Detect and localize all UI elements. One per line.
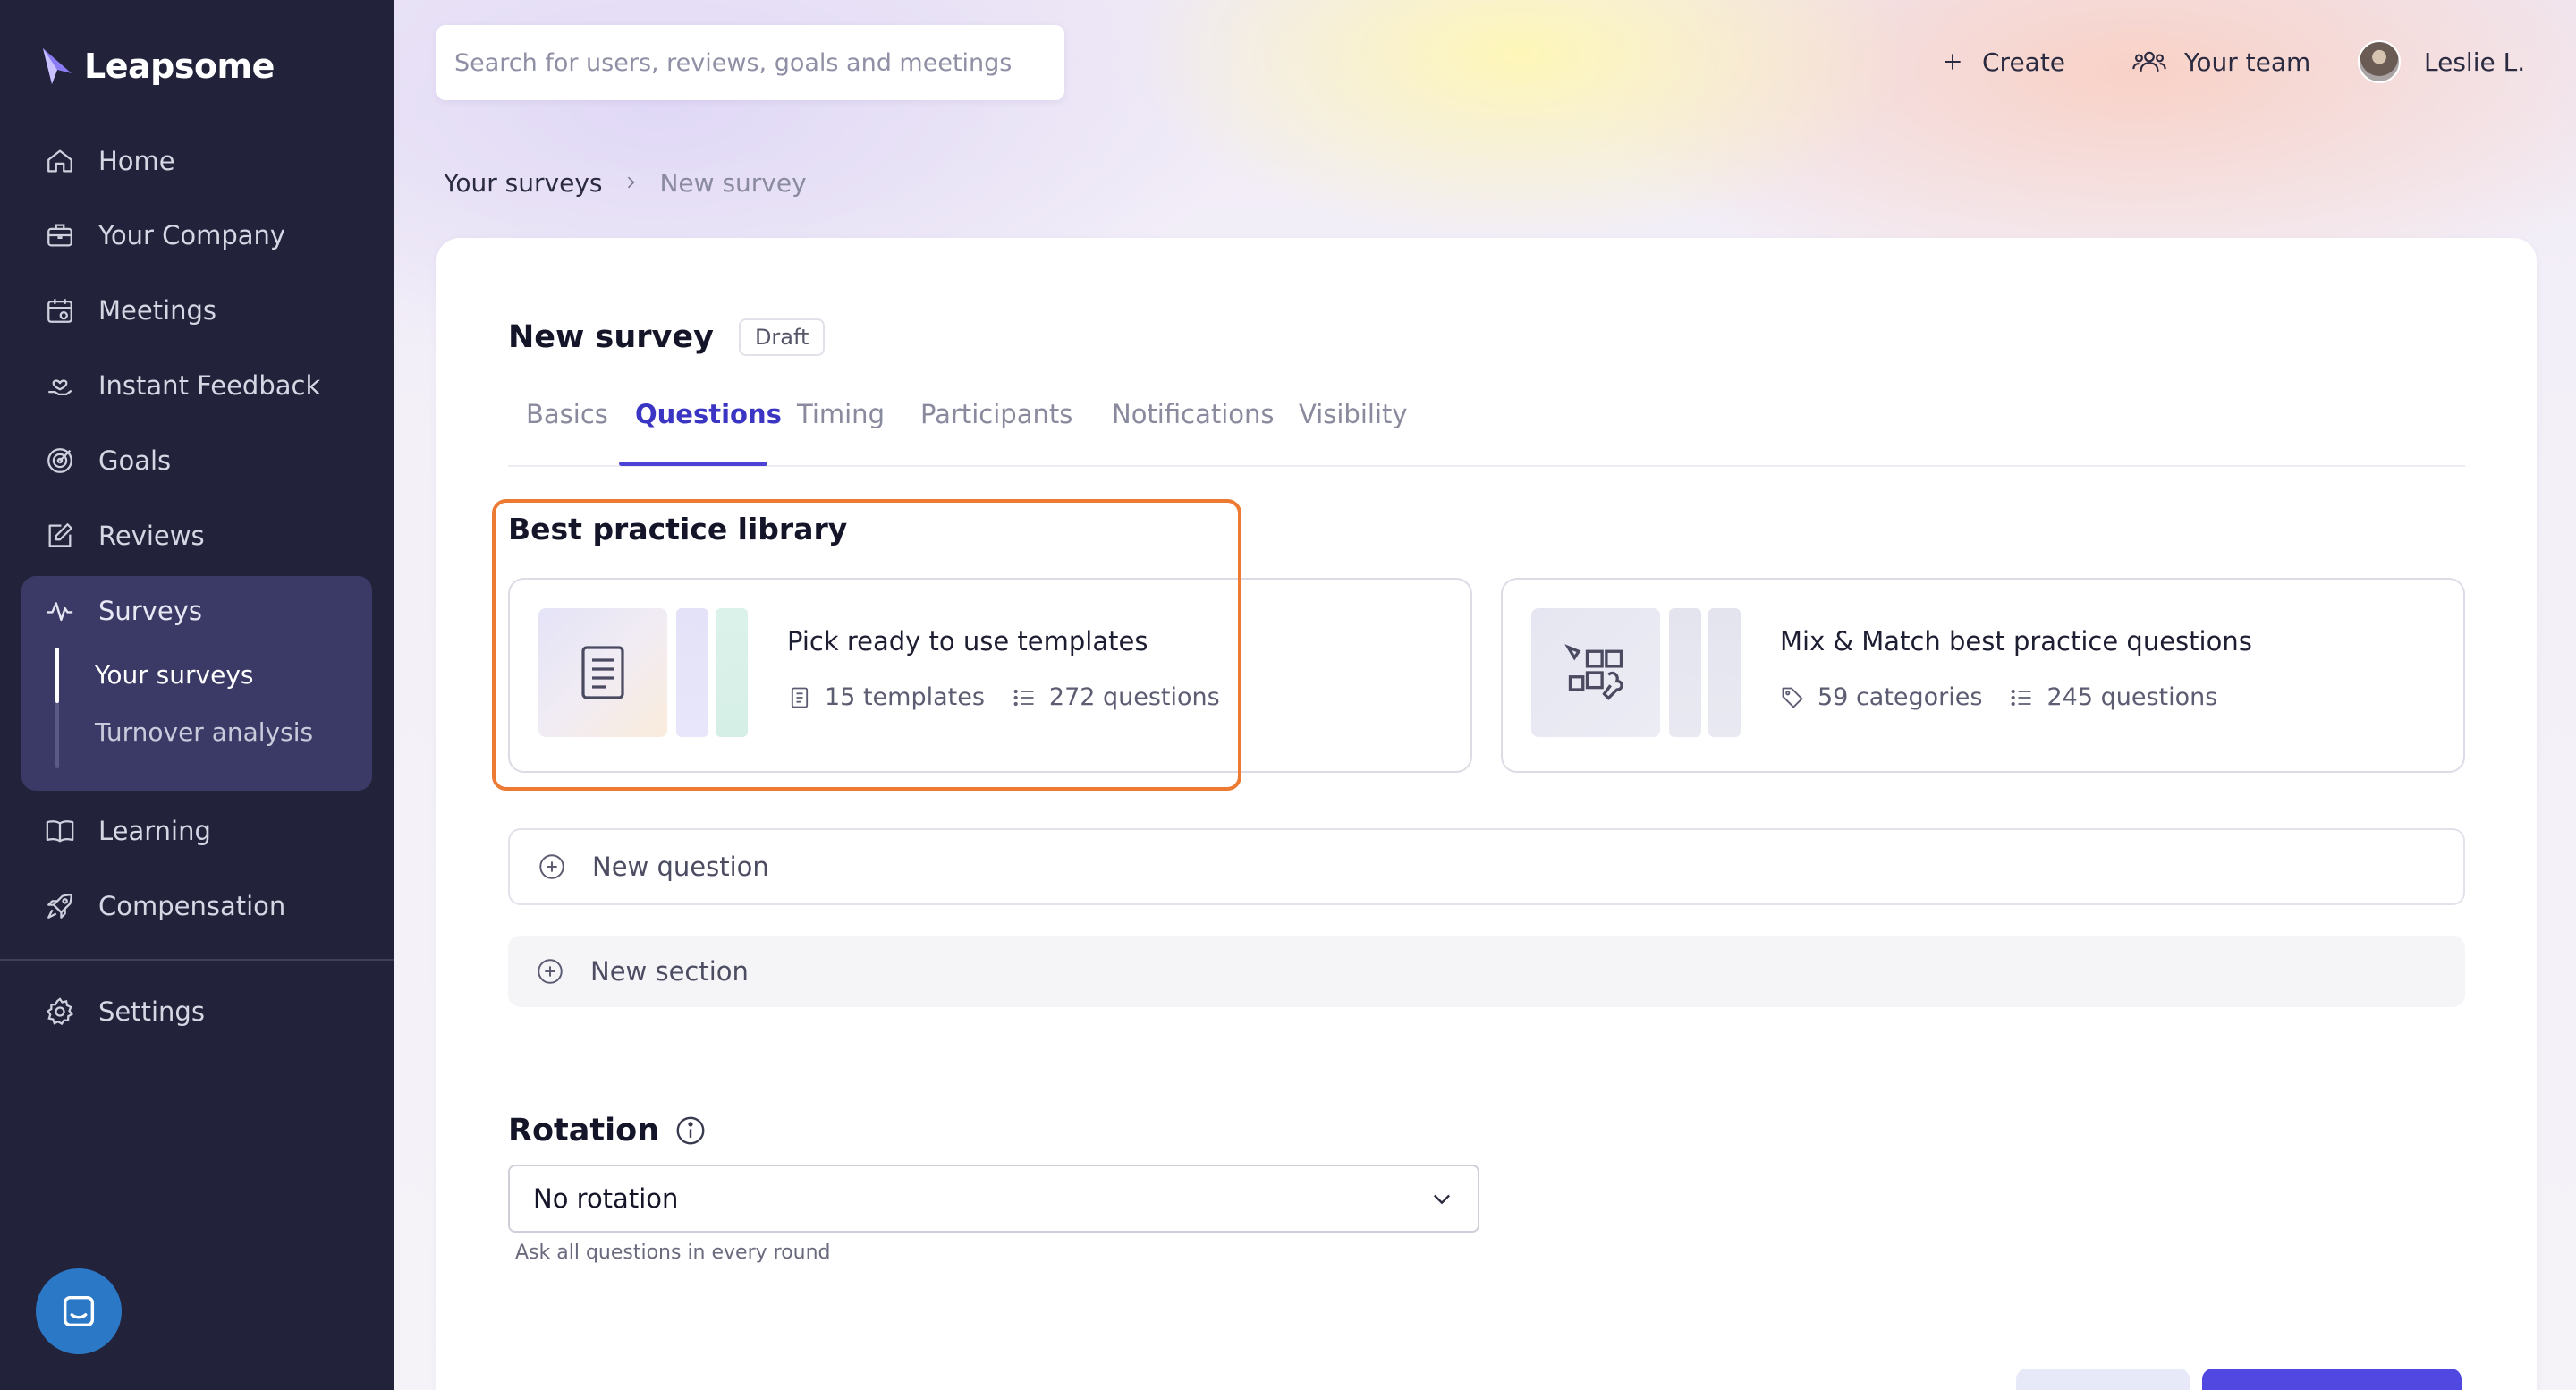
thumbnail-slice xyxy=(1669,608,1701,737)
rotation-selected-value: No rotation xyxy=(533,1183,679,1214)
rotation-select[interactable]: No rotation xyxy=(508,1165,1479,1233)
chevron-right-icon xyxy=(628,176,635,189)
team-icon xyxy=(2132,51,2166,72)
calendar-icon xyxy=(47,299,72,323)
status-badge: Draft xyxy=(738,318,826,356)
sidebar-item-label: Settings xyxy=(98,996,205,1027)
create-button[interactable]: Create xyxy=(1941,39,2065,84)
rotation-title: Rotation xyxy=(508,1113,660,1148)
sidebar-item-compensation[interactable]: Compensation xyxy=(45,884,285,928)
survey-editor-card: New survey Draft Basics Questions Timing… xyxy=(436,238,2537,1390)
user-menu[interactable]: Leslie L. xyxy=(2358,39,2525,84)
active-tab-indicator xyxy=(619,462,767,466)
sidebar-item-label: Instant Feedback xyxy=(98,370,321,401)
plus-icon xyxy=(1945,54,1961,70)
sidebar-item-label: Your Company xyxy=(98,220,286,250)
global-search[interactable] xyxy=(436,25,1064,100)
sidebar-item-settings[interactable]: Settings xyxy=(45,989,205,1034)
sidebar-item-surveys[interactable]: Surveys xyxy=(45,589,202,633)
sidebar-item-learning[interactable]: Learning xyxy=(45,809,211,853)
user-name: Leslie L. xyxy=(2424,47,2526,77)
submenu-active-indicator xyxy=(55,648,59,703)
brand-logo[interactable]: Leapsome xyxy=(39,41,275,91)
sidebar-item-label: Surveys xyxy=(98,596,202,626)
book-open-icon xyxy=(46,820,74,843)
new-question-button[interactable]: New question xyxy=(508,828,2465,905)
sidebar-item-goals[interactable]: Goals xyxy=(45,438,171,483)
plus-circle-icon xyxy=(538,959,563,984)
title-row: New survey Draft xyxy=(508,318,826,356)
secondary-action-button[interactable] xyxy=(2016,1369,2190,1390)
leapsome-logo-icon xyxy=(43,48,72,84)
categories-count: 59 categories xyxy=(1780,683,1982,711)
rotation-hint: Ask all questions in every round xyxy=(515,1242,831,1264)
tab-questions[interactable]: Questions xyxy=(635,395,782,465)
sidebar-item-label: Compensation xyxy=(98,891,286,921)
chevron-down-icon xyxy=(1434,1194,1450,1205)
sidebar: Leapsome Home Your Company Meetings Inst… xyxy=(0,0,394,1390)
target-icon xyxy=(47,448,72,473)
tab-basics[interactable]: Basics xyxy=(526,395,608,465)
mix-match-thumbnail xyxy=(1531,608,1660,737)
puzzle-pieces-icon xyxy=(1564,644,1623,700)
sidebar-divider xyxy=(0,959,394,961)
brand-name: Leapsome xyxy=(84,47,275,86)
your-team-label: Your team xyxy=(2184,47,2311,77)
sidebar-item-your-company[interactable]: Your Company xyxy=(45,213,285,258)
list-icon xyxy=(2012,689,2031,706)
info-icon[interactable] xyxy=(674,1114,708,1148)
tab-notifications[interactable]: Notifications xyxy=(1112,395,1275,465)
sidebar-item-home[interactable]: Home xyxy=(45,139,175,183)
tab-timing[interactable]: Timing xyxy=(797,395,885,465)
breadcrumb: Your surveys New survey xyxy=(444,163,807,202)
sidebar-subitem-your-surveys[interactable]: Your surveys xyxy=(95,660,253,690)
breadcrumb-current: New survey xyxy=(659,167,807,198)
sidebar-item-label: Meetings xyxy=(98,295,217,326)
sidebar-subitem-turnover-analysis[interactable]: Turnover analysis xyxy=(95,717,313,747)
sidebar-item-label: Learning xyxy=(98,816,211,846)
categories-count-label: 59 categories xyxy=(1818,683,1983,711)
tag-icon xyxy=(1782,687,1803,708)
avatar xyxy=(2358,40,2401,83)
plus-circle-icon xyxy=(539,854,564,879)
mix-match-card[interactable]: Mix & Match best practice questions 59 c… xyxy=(1501,578,2465,773)
gear-icon xyxy=(47,997,74,1026)
home-icon xyxy=(47,149,72,173)
mix-match-card-meta: 59 categories 245 questions xyxy=(1780,683,2217,711)
mix-match-questions-count: 245 questions xyxy=(2009,683,2217,711)
new-question-label: New question xyxy=(592,852,769,882)
support-chat-button[interactable] xyxy=(36,1268,122,1354)
pulse-icon xyxy=(47,602,73,622)
your-team-button[interactable]: Your team xyxy=(2132,39,2310,84)
sidebar-item-instant-feedback[interactable]: Instant Feedback xyxy=(45,363,320,408)
rotation-heading: Rotation xyxy=(508,1113,708,1148)
search-input[interactable] xyxy=(454,48,1064,77)
thumbnail-slice xyxy=(1708,608,1741,737)
new-section-label: New section xyxy=(590,956,749,987)
chat-icon xyxy=(63,1295,95,1327)
main-area: Create Your team Leslie L. Your surveys … xyxy=(394,0,2576,1390)
primary-action-button[interactable] xyxy=(2202,1369,2462,1390)
tab-participants[interactable]: Participants xyxy=(920,395,1072,465)
sidebar-item-label: Reviews xyxy=(98,521,205,551)
edit-icon xyxy=(48,523,72,547)
new-section-button[interactable]: New section xyxy=(508,936,2465,1007)
mix-match-card-title: Mix & Match best practice questions xyxy=(1780,626,2252,657)
breadcrumb-your-surveys[interactable]: Your surveys xyxy=(444,168,602,198)
hand-heart-icon xyxy=(48,379,72,396)
sidebar-item-label: Home xyxy=(98,146,175,176)
mix-match-questions-label: 245 questions xyxy=(2046,683,2218,711)
tab-visibility[interactable]: Visibility xyxy=(1299,395,1408,465)
highlight-annotation xyxy=(492,499,1241,791)
survey-tabs: Basics Questions Timing Participants Not… xyxy=(508,395,2465,467)
sidebar-item-meetings[interactable]: Meetings xyxy=(45,288,216,333)
page-title: New survey xyxy=(508,319,714,355)
create-label: Create xyxy=(1982,47,2066,77)
rocket-icon xyxy=(47,894,72,919)
sidebar-item-reviews[interactable]: Reviews xyxy=(45,513,205,558)
sidebar-item-label: Goals xyxy=(98,445,172,476)
briefcase-icon xyxy=(47,224,72,247)
